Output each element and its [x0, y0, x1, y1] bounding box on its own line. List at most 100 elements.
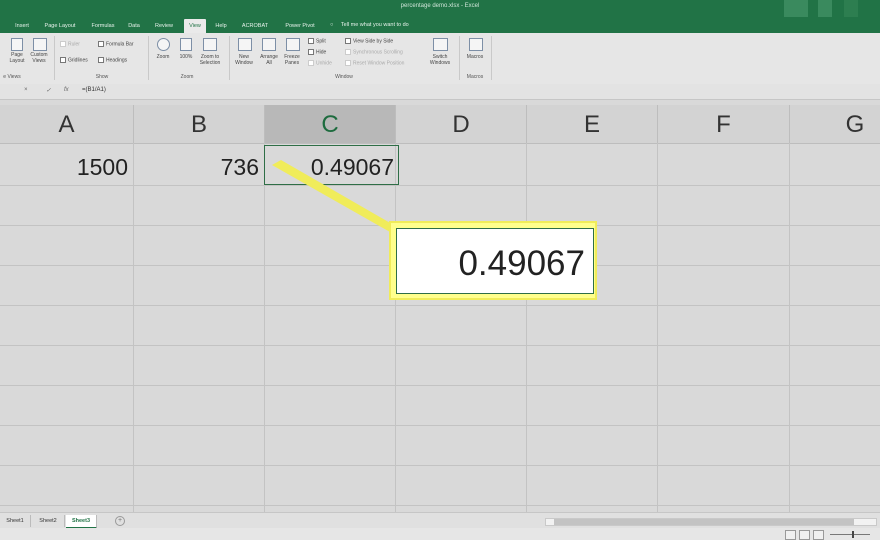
column-gridline [526, 143, 527, 512]
add-sheet-icon[interactable]: + [115, 516, 125, 526]
tab-power-pivot[interactable]: Power Pivot [279, 19, 321, 33]
zoom-100-button[interactable]: 100% [176, 54, 196, 60]
title-bar: percentage demo.xlsx - Excel [0, 0, 880, 17]
column-header-f[interactable]: F [658, 105, 790, 144]
formula-input[interactable]: =(B1/A1) [82, 87, 106, 93]
cell-c1-selected[interactable]: 0.49067 [264, 145, 399, 185]
page-break-view-icon[interactable] [813, 530, 824, 540]
zoom-slider-thumb[interactable] [852, 531, 854, 538]
split-icon [308, 38, 314, 44]
tell-me-text: Tell me what you want to do [340, 22, 409, 28]
zoom-button[interactable]: Zoom [152, 54, 174, 60]
column-header-e[interactable]: E [527, 105, 658, 144]
new-window-icon [238, 38, 252, 51]
fx-icon[interactable]: fx [64, 87, 69, 93]
zoom-100-icon [180, 38, 192, 51]
side-by-side-icon [345, 38, 351, 44]
sheet-tab-sheet1[interactable]: Sheet1 [0, 515, 31, 527]
sheet-tab-sheet2[interactable]: Sheet2 [32, 515, 65, 527]
row-gridline [0, 345, 880, 346]
ribbon: Page Layout Custom Views e Views Ruler G… [0, 33, 880, 85]
column-header-c[interactable]: C [265, 105, 396, 144]
minimize-button[interactable] [844, 0, 858, 17]
account-area[interactable] [784, 0, 808, 17]
ribbon-divider [229, 36, 230, 80]
column-header-a[interactable]: A [0, 105, 134, 144]
headings-label: Headings [106, 57, 128, 64]
horizontal-scrollbar[interactable] [545, 518, 877, 526]
macros-button[interactable]: Macros [462, 54, 488, 60]
formula-bar: × ✓ fx =(B1/A1) [0, 84, 880, 100]
cancel-icon[interactable]: × [24, 87, 28, 93]
arrange-all-icon [262, 38, 276, 51]
cell-a1[interactable]: 1500 [0, 145, 128, 185]
headings-check-icon [98, 57, 104, 63]
ribbon-divider [54, 36, 55, 80]
tab-help[interactable]: Help [211, 19, 231, 33]
sync-scroll-icon [345, 49, 351, 55]
row-gridline [0, 305, 880, 306]
formula-bar-label: Formula Bar [106, 41, 134, 48]
reset-window-position-button[interactable]: Reset Window Position [345, 60, 404, 66]
synchronous-scrolling-button[interactable]: Synchronous Scrolling [345, 49, 403, 55]
column-gridline [133, 143, 134, 512]
switch-windows-button[interactable]: Switch Windows [424, 54, 456, 66]
group-window: Window [335, 74, 353, 80]
enter-icon[interactable]: ✓ [46, 87, 51, 94]
group-show: Show [95, 74, 109, 80]
headings-checkbox[interactable]: Headings [98, 57, 127, 63]
split-button[interactable]: Split [308, 38, 326, 44]
tab-view[interactable]: View [184, 19, 206, 33]
gridlines-checkbox[interactable]: Gridlines [60, 57, 88, 63]
tab-page-layout[interactable]: Page Layout [38, 19, 82, 33]
ribbon-divider [459, 36, 460, 80]
ribbon-display-button[interactable] [818, 0, 832, 17]
formula-bar-checkbox[interactable]: Formula Bar [98, 41, 134, 47]
gridlines-check-icon [60, 57, 66, 63]
status-bar [0, 528, 880, 540]
ribbon-divider [148, 36, 149, 80]
sheet-tab-bar: Sheet1 Sheet2 Sheet3 + [0, 512, 880, 529]
tab-acrobat[interactable]: ACROBAT [237, 19, 273, 33]
custom-views-button[interactable]: Custom Views [27, 52, 51, 64]
unhide-label: Unhide [316, 60, 332, 67]
group-macros: Macros [466, 74, 484, 80]
switch-windows-icon [433, 38, 448, 51]
tab-insert[interactable]: Insert [10, 19, 34, 33]
column-header-b[interactable]: B [134, 105, 265, 144]
column-header-g[interactable]: G [790, 105, 880, 144]
custom-views-icon [33, 38, 47, 51]
tab-review[interactable]: Review [149, 19, 179, 33]
hide-button[interactable]: Hide [308, 49, 326, 55]
normal-view-icon[interactable] [785, 530, 796, 540]
unhide-button[interactable]: Unhide [308, 60, 332, 66]
cell-b1[interactable]: 736 [134, 145, 259, 185]
row-gridline [0, 185, 880, 186]
view-side-by-side-button[interactable]: View Side by Side [345, 38, 393, 44]
window-title: percentage demo.xlsx - Excel [400, 3, 480, 9]
lightbulb-icon: ○ [330, 22, 334, 28]
new-window-button[interactable]: New Window [232, 54, 256, 66]
zoom-to-selection-button[interactable]: Zoom to Selection [195, 54, 225, 66]
ruler-checkbox[interactable]: Ruler [60, 41, 80, 47]
group-workbook-views: e Views [3, 74, 21, 80]
ribbon-divider [491, 36, 492, 80]
worksheet-grid[interactable]: A B C D E F G 1500 736 0.49067 [0, 105, 880, 512]
macros-icon [469, 38, 483, 51]
zoom-slider[interactable] [830, 534, 870, 535]
page-layout-view-icon[interactable] [799, 530, 810, 540]
page-layout-icon [11, 38, 23, 51]
column-header-d[interactable]: D [396, 105, 527, 144]
formula-bar-check-icon [98, 41, 104, 47]
tab-formulas[interactable]: Formulas [86, 19, 120, 33]
horizontal-scroll-thumb[interactable] [554, 519, 854, 525]
row-gridline [0, 385, 880, 386]
group-zoom: Zoom [180, 74, 194, 80]
ruler-check-icon [60, 41, 66, 47]
sheet-tab-sheet3[interactable]: Sheet3 [66, 515, 97, 529]
reset-window-icon [345, 60, 351, 66]
tell-me-search[interactable]: ○ Tell me what you want to do [330, 17, 409, 33]
tab-data[interactable]: Data [124, 19, 144, 33]
freeze-panes-button[interactable]: Freeze Panes [280, 54, 304, 66]
arrange-all-button[interactable]: Arrange All [257, 54, 281, 66]
